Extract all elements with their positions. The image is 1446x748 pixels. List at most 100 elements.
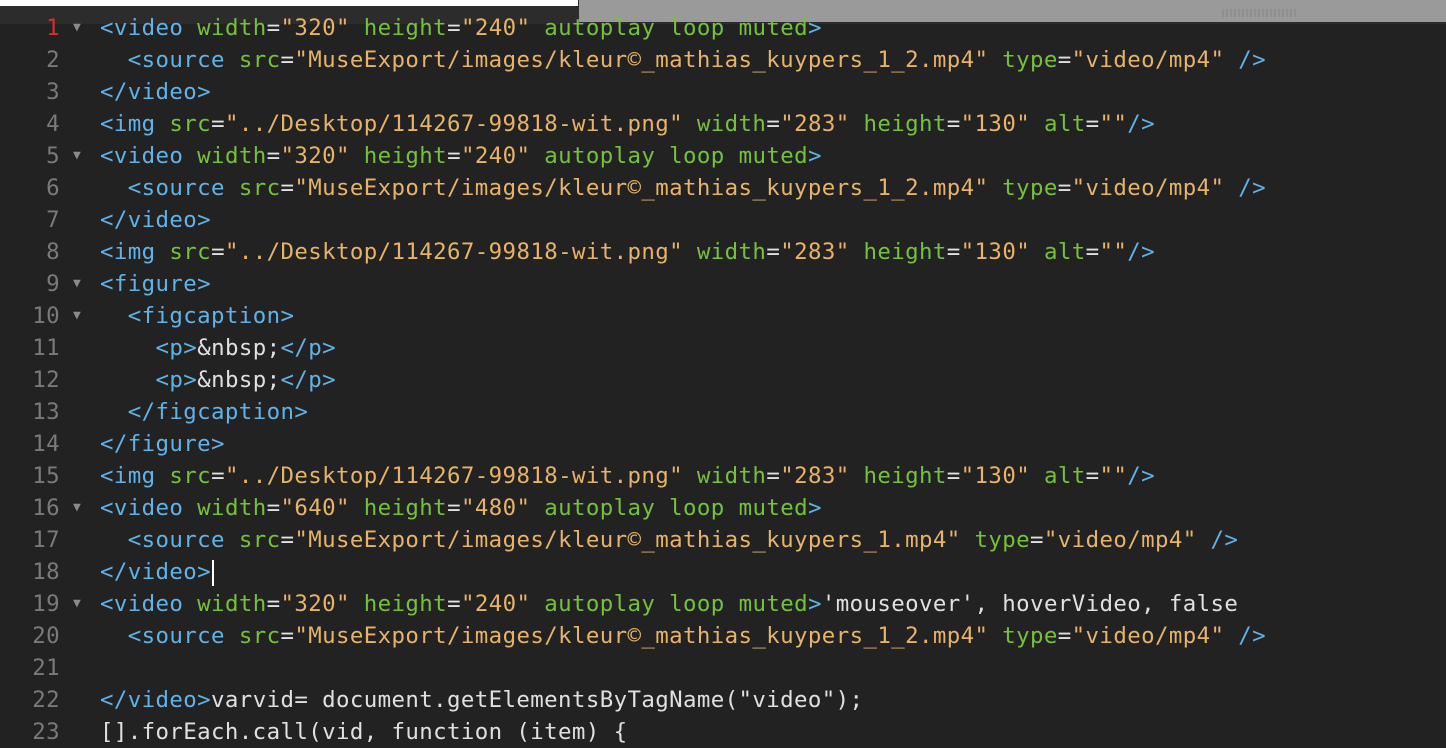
fold-triangle-icon[interactable]: ▼ — [73, 588, 81, 620]
code-text: </figcaption> — [100, 396, 308, 428]
code-token: > — [807, 495, 822, 521]
code-token: = — [766, 239, 781, 265]
code-token: "320" — [280, 15, 350, 41]
fold-triangle-icon[interactable]: ▼ — [73, 12, 81, 44]
code-token: <p> — [155, 367, 198, 393]
code-token: = — [266, 143, 281, 169]
code-token: "../Desktop/114267-99818-wit.png" — [224, 111, 684, 137]
code-line[interactable]: 19 ▼ <video width="320" height="240" autop… — [0, 588, 1446, 620]
code-token: width — [183, 591, 267, 617]
code-line[interactable]: 2 <source src="MuseExport/images/kleur©_… — [0, 44, 1446, 76]
code-text: <source src="MuseExport/images/kleur©_ma… — [100, 44, 1266, 76]
code-text: </video> — [100, 204, 211, 236]
code-token: <figcaption> — [127, 303, 295, 329]
code-line[interactable]: 13 </figcaption> — [0, 396, 1446, 428]
code-token: "283" — [780, 111, 850, 137]
code-token: = — [266, 495, 281, 521]
code-token: "240" — [460, 143, 531, 169]
code-token: > — [807, 591, 822, 617]
code-token: "MuseExport/images/kleur©_mathias_kuyper… — [294, 527, 961, 553]
code-token: <video — [100, 15, 184, 41]
code-token: = — [447, 143, 461, 169]
line-number: 18 — [32, 559, 60, 585]
code-token: width — [683, 111, 767, 137]
code-token: "video/mp4" — [1071, 175, 1225, 201]
code-line[interactable]: 12 <p>&nbsp;</p> — [0, 364, 1446, 396]
code-token: autoplay loop muted — [530, 591, 808, 617]
code-token: src — [155, 111, 212, 137]
code-token: /> — [1224, 623, 1267, 649]
code-text: <p>&nbsp;</p> — [100, 364, 336, 396]
code-line[interactable]: 8 <img src="../Desktop/114267-99818-wit.p… — [0, 236, 1446, 268]
code-token: = — [447, 591, 461, 617]
code-text: <source src="MuseExport/images/kleur©_ma… — [100, 620, 1266, 652]
code-line[interactable]: 23 [].forEach.call(vid, function (item) { — [0, 716, 1446, 748]
code-line[interactable]: 7 </video> — [0, 204, 1446, 236]
line-number: 2 — [46, 47, 60, 73]
code-line[interactable]: 15 <img src="../Desktop/114267-99818-wit.… — [0, 460, 1446, 492]
code-token: <img — [100, 463, 156, 489]
text-cursor — [212, 559, 215, 586]
code-line[interactable]: 5 ▼ <video width="320" height="240" autopl… — [0, 140, 1446, 172]
line-number: 19 — [32, 591, 60, 617]
code-token: varvid= document.getElementsByTagName("v… — [211, 687, 864, 713]
code-token: = — [1057, 175, 1072, 201]
code-text: <source src="MuseExport/images/kleur©_ma… — [100, 524, 1238, 556]
fold-triangle-icon[interactable]: ▼ — [73, 268, 81, 300]
code-text: <video width="320" height="240" autoplay… — [100, 140, 822, 172]
code-text: </video> — [100, 556, 215, 588]
code-token: = — [447, 15, 461, 41]
line-number: 1 — [46, 15, 60, 41]
code-line[interactable]: 10 ▼ <figcaption> — [0, 300, 1446, 332]
code-line[interactable]: 16 ▼ <video width="640" height="480" autop… — [0, 492, 1446, 524]
code-token: "" — [1099, 111, 1128, 137]
line-number: 3 — [46, 79, 60, 105]
line-number: 13 — [32, 399, 60, 425]
line-number: 14 — [32, 431, 60, 457]
code-token: = — [1085, 111, 1100, 137]
code-line[interactable]: 14 </figure> — [0, 428, 1446, 460]
code-token: /> — [1127, 463, 1156, 489]
code-token: "video/mp4" — [1071, 623, 1225, 649]
code-token: [].forEach.call(vid, function (item) { — [100, 719, 628, 745]
code-line[interactable]: 22 </video>varvid= document.getElementsBy… — [0, 684, 1446, 716]
code-token: = — [211, 111, 225, 137]
code-token: = — [266, 591, 281, 617]
code-token: /> — [1127, 239, 1156, 265]
line-number: 20 — [32, 623, 60, 649]
code-line[interactable]: 1 ▼ <video width="320" height="240" autopl… — [0, 12, 1446, 44]
code-token: type — [988, 623, 1058, 649]
code-line[interactable]: 6 <source src="MuseExport/images/kleur©_… — [0, 172, 1446, 204]
code-line[interactable]: 4 <img src="../Desktop/114267-99818-wit.p… — [0, 108, 1446, 140]
code-token: "../Desktop/114267-99818-wit.png" — [224, 463, 684, 489]
tab-active[interactable] — [0, 0, 578, 6]
code-token: type — [988, 175, 1058, 201]
fold-triangle-icon[interactable]: ▼ — [73, 300, 81, 332]
line-number: 22 — [32, 687, 60, 713]
code-token: type — [960, 527, 1031, 553]
code-token: = — [946, 111, 961, 137]
code-line[interactable]: 9 ▼ <figure> — [0, 268, 1446, 300]
code-line[interactable]: 18 </video> — [0, 556, 1446, 588]
code-token: = — [946, 463, 961, 489]
code-token: <source — [127, 527, 225, 553]
code-token: src — [155, 239, 212, 265]
code-line[interactable]: 3 </video> — [0, 76, 1446, 108]
fold-triangle-icon[interactable]: ▼ — [73, 140, 81, 172]
line-number: 4 — [46, 111, 60, 137]
line-number: 5 — [46, 143, 60, 169]
fold-triangle-icon[interactable]: ▼ — [73, 492, 81, 524]
code-token: = — [1030, 527, 1044, 553]
code-token: = — [946, 239, 961, 265]
code-token: alt — [1030, 111, 1086, 137]
line-number: 12 — [32, 367, 60, 393]
code-editor[interactable]: 1 ▼ <video width="320" height="240" autopl… — [0, 12, 1446, 748]
line-number: 17 — [32, 527, 60, 553]
code-line[interactable]: 21 — [0, 652, 1446, 684]
code-line[interactable]: 11 <p>&nbsp;</p> — [0, 332, 1446, 364]
code-text: </figure> — [100, 428, 225, 460]
code-token: height — [849, 463, 947, 489]
code-token: "130" — [960, 463, 1031, 489]
code-line[interactable]: 17 <source src="MuseExport/images/kleur©… — [0, 524, 1446, 556]
code-line[interactable]: 20 <source src="MuseExport/images/kleur©… — [0, 620, 1446, 652]
